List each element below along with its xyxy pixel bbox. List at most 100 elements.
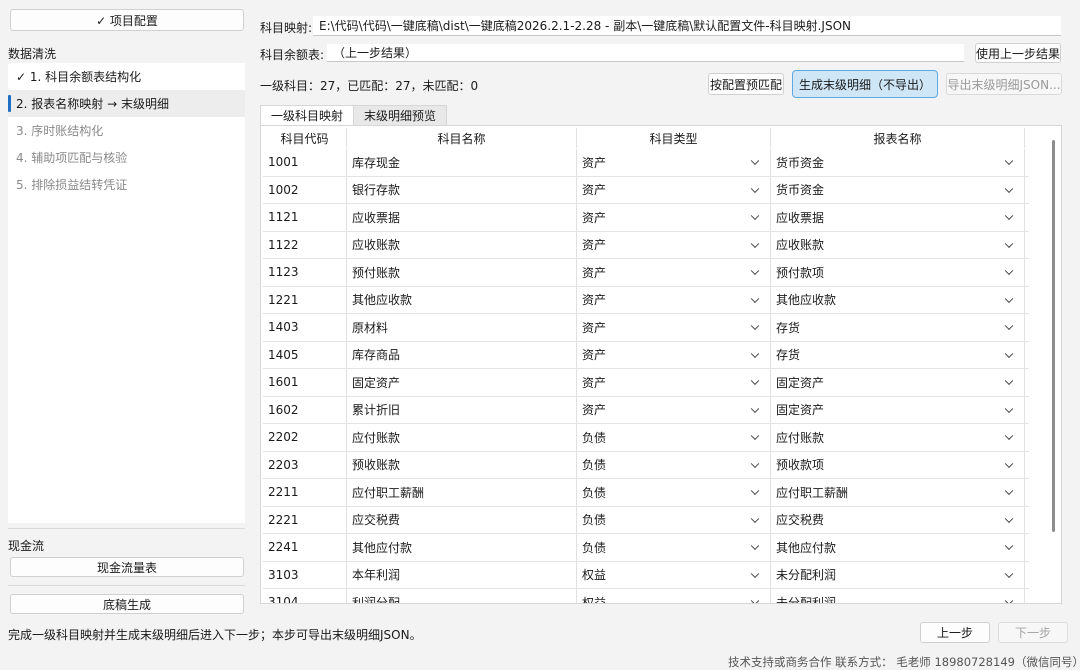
col-header-name[interactable]: 科目名称: [347, 128, 577, 148]
cash-flow-button[interactable]: 现金流量表: [10, 557, 244, 577]
cell-text: 货币资金: [776, 183, 825, 198]
report-name-select[interactable]: 固定资产: [771, 396, 1025, 423]
table-row: 3104 利润分配 权益 未分配利润: [263, 589, 1029, 604]
balance-field[interactable]: （上一步结果）: [327, 44, 964, 62]
cell-text: 权益: [582, 595, 607, 604]
account-type-select[interactable]: 负债: [577, 534, 771, 561]
match-summary: 一级科目：27，已匹配：27，未匹配：0: [260, 79, 479, 93]
table-row: 1122 应收账款 资产 应收账款: [263, 231, 1029, 259]
account-type-select[interactable]: 资产: [577, 149, 771, 176]
chevron-down-icon: [1004, 211, 1014, 221]
step-2[interactable]: 2. 报表名称映射 → 末级明细: [8, 90, 245, 117]
chevron-down-icon: [1004, 404, 1014, 413]
export-json-button[interactable]: 导出末级明细JSON...: [946, 73, 1062, 95]
report-name-select[interactable]: 货币资金: [771, 149, 1025, 176]
report-name-select[interactable]: 应付账款: [771, 424, 1025, 451]
chevron-down-icon: [750, 349, 760, 358]
report-name-select[interactable]: 其他应付款: [771, 534, 1025, 561]
cell-text: 资产: [582, 183, 607, 198]
account-name-cell: 累计折旧: [347, 396, 577, 423]
step-4[interactable]: 4. 辅助项匹配与核验: [8, 144, 245, 171]
cell-text: 3103: [268, 567, 299, 582]
step-3[interactable]: 3. 序时账结构化: [8, 117, 245, 144]
report-name-select[interactable]: 应收票据: [771, 204, 1025, 231]
draft-generate-button[interactable]: 底稿生成: [10, 594, 244, 614]
cash-flow-title: 现金流: [8, 539, 45, 553]
report-name-select[interactable]: 应收账款: [771, 231, 1025, 258]
col-header-code[interactable]: 科目代码: [263, 128, 347, 148]
report-name-select[interactable]: 其他应收款: [771, 286, 1025, 313]
report-name-select[interactable]: 未分配利润: [771, 561, 1025, 588]
report-name-select[interactable]: 应交税费: [771, 506, 1025, 533]
account-type-select[interactable]: 资产: [577, 396, 771, 423]
cell-text: 货币资金: [776, 155, 825, 170]
generate-detail-button[interactable]: 生成末级明细（不导出）: [792, 70, 938, 98]
cell-text: 资产: [582, 348, 607, 363]
account-type-select[interactable]: 资产: [577, 286, 771, 313]
cell-text: 负债: [582, 458, 607, 473]
report-name-select[interactable]: 货币资金: [771, 176, 1025, 203]
account-code-cell: 2211: [263, 479, 347, 506]
account-type-select[interactable]: 权益: [577, 561, 771, 588]
cell-text: 负债: [582, 485, 607, 500]
previous-step-button[interactable]: 上一步: [920, 622, 990, 643]
cell-text: 资产: [582, 210, 607, 225]
mapping-path-field[interactable]: E:\代码\代码\一键底稿\dist\一键底稿2026.2.1-2.28 - 副…: [313, 16, 1061, 36]
account-type-select[interactable]: 负债: [577, 506, 771, 533]
cell-text: 应付职工薪酬: [776, 485, 849, 500]
footer-contact: 技术支持或商务合作 联系方式： 毛老师 18980728149（微信同号）: [728, 655, 1080, 669]
report-name-select[interactable]: 固定资产: [771, 369, 1025, 396]
chevron-down-icon: [1004, 459, 1014, 468]
account-type-select[interactable]: 资产: [577, 204, 771, 231]
step-5[interactable]: 5. 排除损益结转凭证: [8, 171, 245, 198]
account-type-select[interactable]: 权益: [577, 589, 771, 604]
cell-text: 未分配利润: [776, 595, 837, 604]
account-type-select[interactable]: 资产: [577, 176, 771, 203]
account-type-select[interactable]: 资产: [577, 369, 771, 396]
step-1[interactable]: ✓ 1. 科目余额表结构化: [8, 63, 245, 90]
cell-text: 2221: [268, 512, 299, 527]
col-header-report[interactable]: 报表名称: [771, 128, 1025, 148]
report-name-select[interactable]: 存货: [771, 341, 1025, 368]
tab-level1-mapping[interactable]: 一级科目映射: [260, 105, 355, 125]
report-name-select[interactable]: 预付款项: [771, 259, 1025, 286]
account-type-select[interactable]: 资产: [577, 259, 771, 286]
cell-text: 原材料: [352, 320, 389, 335]
cell-text: 资产: [582, 320, 607, 335]
chevron-down-icon: [1004, 156, 1014, 166]
chevron-down-icon: [750, 239, 760, 248]
report-name-select[interactable]: 应付职工薪酬: [771, 479, 1025, 506]
cell-text: 应付账款: [352, 430, 401, 445]
cell-text: 1121: [268, 210, 299, 225]
cell-text: 应交税费: [352, 513, 401, 528]
chevron-down-icon: [1004, 184, 1014, 193]
match-preset-button[interactable]: 按配置预匹配: [708, 73, 784, 95]
project-config-button[interactable]: ✓ 项目配置: [10, 9, 244, 31]
cell-text: 1403: [268, 320, 299, 335]
report-name-select[interactable]: 存货: [771, 314, 1025, 341]
account-name-cell: 其他应付款: [347, 534, 577, 561]
report-name-select[interactable]: 未分配利润: [771, 589, 1025, 604]
account-type-select[interactable]: 资产: [577, 314, 771, 341]
col-header-type[interactable]: 科目类型: [577, 128, 771, 148]
account-name-cell: 应付职工薪酬: [347, 479, 577, 506]
account-type-select[interactable]: 资产: [577, 341, 771, 368]
account-name-cell: 利润分配: [347, 589, 577, 603]
account-code-cell: 1403: [263, 314, 347, 341]
report-name-select[interactable]: 预收款项: [771, 451, 1025, 478]
account-name-cell: 应收票据: [347, 204, 577, 231]
cell-text: 负债: [582, 430, 607, 445]
account-type-select[interactable]: 资产: [577, 231, 771, 258]
account-type-select[interactable]: 负债: [577, 424, 771, 451]
use-previous-result-button[interactable]: 使用上一步结果: [975, 43, 1061, 63]
account-code-cell: 1602: [263, 396, 347, 423]
account-type-select[interactable]: 负债: [577, 451, 771, 478]
chevron-down-icon: [750, 266, 760, 276]
account-type-select[interactable]: 负债: [577, 479, 771, 506]
tab-detail-preview[interactable]: 末级明细预览: [354, 105, 448, 125]
account-code-cell: 2221: [263, 506, 347, 533]
cell-text: 2203: [268, 457, 299, 472]
cell-text: 存货: [776, 348, 801, 363]
vertical-scrollbar[interactable]: [1052, 140, 1055, 532]
next-step-button[interactable]: 下一步: [998, 622, 1068, 643]
